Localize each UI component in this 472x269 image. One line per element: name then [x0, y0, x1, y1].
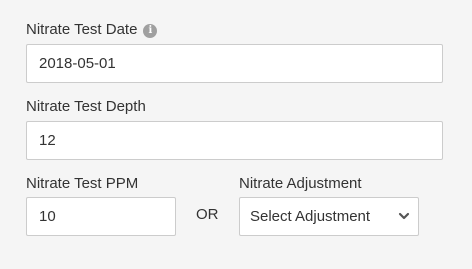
- nitrate-adjustment-label: Nitrate Adjustment: [239, 175, 362, 192]
- nitrate-test-ppm-input[interactable]: [26, 197, 176, 236]
- info-icon[interactable]: i: [143, 24, 158, 38]
- nitrate-test-ppm-label: Nitrate Test PPM: [26, 175, 139, 192]
- nitrate-test-depth-input[interactable]: [26, 121, 443, 160]
- nitrate-test-date-label: Nitrate Test Date i: [26, 21, 158, 39]
- chevron-down-icon: [398, 212, 410, 220]
- nitrate-test-depth-label: Nitrate Test Depth: [26, 98, 146, 115]
- nitrate-test-date-label-text: Nitrate Test Date: [26, 21, 138, 38]
- nitrate-adjustment-selected-value: Select Adjustment: [250, 208, 371, 225]
- nitrate-adjustment-select[interactable]: Select Adjustment: [239, 197, 419, 236]
- or-separator: OR: [196, 206, 219, 223]
- nitrate-test-date-input[interactable]: [26, 44, 443, 83]
